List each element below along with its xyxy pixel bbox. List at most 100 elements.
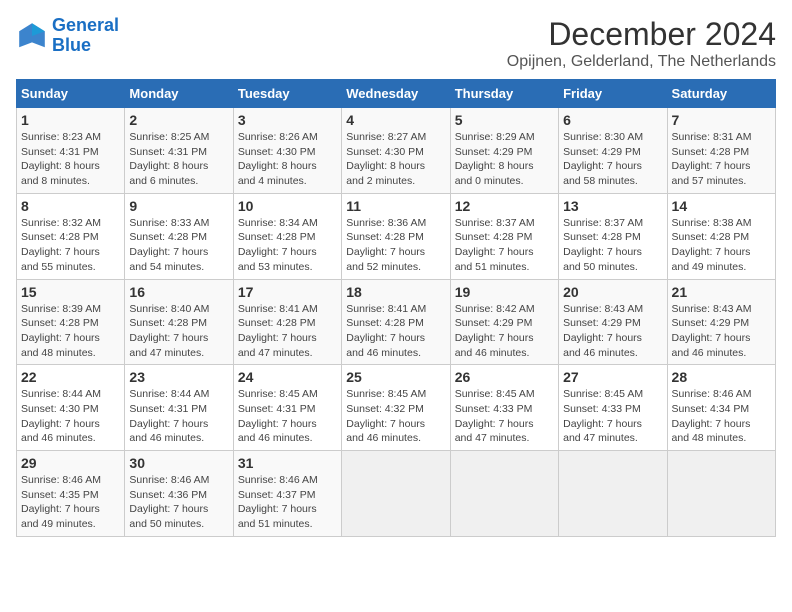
- calendar-cell: 24 Sunrise: 8:45 AM Sunset: 4:31 PM Dayli…: [233, 365, 341, 451]
- day-number: 11: [346, 198, 445, 214]
- calendar-cell: 23 Sunrise: 8:44 AM Sunset: 4:31 PM Dayli…: [125, 365, 233, 451]
- day-info: Sunrise: 8:23 AM Sunset: 4:31 PM Dayligh…: [21, 130, 120, 189]
- header-cell-sunday: Sunday: [17, 80, 125, 108]
- day-info: Sunrise: 8:40 AM Sunset: 4:28 PM Dayligh…: [129, 302, 228, 361]
- calendar-cell: 29Sunrise: 8:46 AM Sunset: 4:35 PM Dayli…: [17, 451, 125, 537]
- header-cell-tuesday: Tuesday: [233, 80, 341, 108]
- day-info: Sunrise: 8:43 AM Sunset: 4:29 PM Dayligh…: [672, 302, 771, 361]
- day-info: Sunrise: 8:37 AM Sunset: 4:28 PM Dayligh…: [563, 216, 662, 275]
- day-info: Sunrise: 8:26 AM Sunset: 4:30 PM Dayligh…: [238, 130, 337, 189]
- day-number: 3: [238, 112, 337, 128]
- day-number: 7: [672, 112, 771, 128]
- day-number: 12: [455, 198, 554, 214]
- day-info: Sunrise: 8:25 AM Sunset: 4:31 PM Dayligh…: [129, 130, 228, 189]
- calendar-cell: 18 Sunrise: 8:41 AM Sunset: 4:28 PM Dayli…: [342, 279, 450, 365]
- day-number: 26: [455, 369, 554, 385]
- day-info: Sunrise: 8:46 AM Sunset: 4:35 PM Dayligh…: [21, 473, 120, 532]
- calendar-cell: 10Sunrise: 8:34 AM Sunset: 4:28 PM Dayli…: [233, 193, 341, 279]
- calendar-cell: 14Sunrise: 8:38 AM Sunset: 4:28 PM Dayli…: [667, 193, 775, 279]
- calendar-table: SundayMondayTuesdayWednesdayThursdayFrid…: [16, 79, 776, 537]
- day-number: 24: [238, 369, 337, 385]
- calendar-cell: 1 Sunrise: 8:23 AM Sunset: 4:31 PM Daylig…: [17, 108, 125, 194]
- header-cell-monday: Monday: [125, 80, 233, 108]
- day-info: Sunrise: 8:41 AM Sunset: 4:28 PM Dayligh…: [346, 302, 445, 361]
- day-number: 25: [346, 369, 445, 385]
- logo-icon: [16, 20, 48, 52]
- calendar-cell: 7 Sunrise: 8:31 AM Sunset: 4:28 PM Daylig…: [667, 108, 775, 194]
- calendar-cell: 30 Sunrise: 8:46 AM Sunset: 4:36 PM Dayli…: [125, 451, 233, 537]
- header-cell-friday: Friday: [559, 80, 667, 108]
- day-number: 9: [129, 198, 228, 214]
- day-number: 18: [346, 284, 445, 300]
- day-info: Sunrise: 8:32 AM Sunset: 4:28 PM Dayligh…: [21, 216, 120, 275]
- calendar-cell: 6Sunrise: 8:30 AM Sunset: 4:29 PM Daylig…: [559, 108, 667, 194]
- calendar-body: 1 Sunrise: 8:23 AM Sunset: 4:31 PM Daylig…: [17, 108, 776, 537]
- day-info: Sunrise: 8:46 AM Sunset: 4:37 PM Dayligh…: [238, 473, 337, 532]
- day-number: 23: [129, 369, 228, 385]
- day-number: 2: [129, 112, 228, 128]
- calendar-cell: 8 Sunrise: 8:32 AM Sunset: 4:28 PM Daylig…: [17, 193, 125, 279]
- calendar-cell: [450, 451, 558, 537]
- calendar-week-5: 29Sunrise: 8:46 AM Sunset: 4:35 PM Dayli…: [17, 451, 776, 537]
- day-info: Sunrise: 8:45 AM Sunset: 4:32 PM Dayligh…: [346, 387, 445, 446]
- calendar-cell: 2 Sunrise: 8:25 AM Sunset: 4:31 PM Daylig…: [125, 108, 233, 194]
- calendar-cell: 17 Sunrise: 8:41 AM Sunset: 4:28 PM Dayli…: [233, 279, 341, 365]
- calendar-cell: 4 Sunrise: 8:27 AM Sunset: 4:30 PM Daylig…: [342, 108, 450, 194]
- header-cell-wednesday: Wednesday: [342, 80, 450, 108]
- day-info: Sunrise: 8:41 AM Sunset: 4:28 PM Dayligh…: [238, 302, 337, 361]
- calendar-cell: 31 Sunrise: 8:46 AM Sunset: 4:37 PM Dayli…: [233, 451, 341, 537]
- calendar-week-3: 15Sunrise: 8:39 AM Sunset: 4:28 PM Dayli…: [17, 279, 776, 365]
- header-cell-thursday: Thursday: [450, 80, 558, 108]
- calendar-cell: 28Sunrise: 8:46 AM Sunset: 4:34 PM Dayli…: [667, 365, 775, 451]
- calendar-cell: 3 Sunrise: 8:26 AM Sunset: 4:30 PM Daylig…: [233, 108, 341, 194]
- day-info: Sunrise: 8:27 AM Sunset: 4:30 PM Dayligh…: [346, 130, 445, 189]
- calendar-week-4: 22Sunrise: 8:44 AM Sunset: 4:30 PM Dayli…: [17, 365, 776, 451]
- day-info: Sunrise: 8:45 AM Sunset: 4:33 PM Dayligh…: [455, 387, 554, 446]
- day-number: 5: [455, 112, 554, 128]
- calendar-cell: 16 Sunrise: 8:40 AM Sunset: 4:28 PM Dayli…: [125, 279, 233, 365]
- day-number: 13: [563, 198, 662, 214]
- calendar-cell: 21Sunrise: 8:43 AM Sunset: 4:29 PM Dayli…: [667, 279, 775, 365]
- day-number: 22: [21, 369, 120, 385]
- logo-text: General Blue: [52, 16, 119, 56]
- day-number: 17: [238, 284, 337, 300]
- calendar-cell: [667, 451, 775, 537]
- day-info: Sunrise: 8:31 AM Sunset: 4:28 PM Dayligh…: [672, 130, 771, 189]
- day-info: Sunrise: 8:42 AM Sunset: 4:29 PM Dayligh…: [455, 302, 554, 361]
- day-number: 28: [672, 369, 771, 385]
- day-info: Sunrise: 8:37 AM Sunset: 4:28 PM Dayligh…: [455, 216, 554, 275]
- calendar-cell: 9Sunrise: 8:33 AM Sunset: 4:28 PM Daylig…: [125, 193, 233, 279]
- day-info: Sunrise: 8:43 AM Sunset: 4:29 PM Dayligh…: [563, 302, 662, 361]
- day-number: 19: [455, 284, 554, 300]
- calendar-header-row: SundayMondayTuesdayWednesdayThursdayFrid…: [17, 80, 776, 108]
- day-number: 4: [346, 112, 445, 128]
- logo: General Blue: [16, 16, 119, 56]
- day-number: 1: [21, 112, 120, 128]
- day-number: 20: [563, 284, 662, 300]
- day-number: 31: [238, 455, 337, 471]
- calendar-cell: 22Sunrise: 8:44 AM Sunset: 4:30 PM Dayli…: [17, 365, 125, 451]
- day-info: Sunrise: 8:29 AM Sunset: 4:29 PM Dayligh…: [455, 130, 554, 189]
- day-info: Sunrise: 8:34 AM Sunset: 4:28 PM Dayligh…: [238, 216, 337, 275]
- calendar-week-1: 1 Sunrise: 8:23 AM Sunset: 4:31 PM Daylig…: [17, 108, 776, 194]
- day-number: 16: [129, 284, 228, 300]
- day-number: 30: [129, 455, 228, 471]
- calendar-cell: 20 Sunrise: 8:43 AM Sunset: 4:29 PM Dayli…: [559, 279, 667, 365]
- day-number: 14: [672, 198, 771, 214]
- day-info: Sunrise: 8:45 AM Sunset: 4:31 PM Dayligh…: [238, 387, 337, 446]
- calendar-cell: 13 Sunrise: 8:37 AM Sunset: 4:28 PM Dayli…: [559, 193, 667, 279]
- day-number: 27: [563, 369, 662, 385]
- calendar-cell: 27 Sunrise: 8:45 AM Sunset: 4:33 PM Dayli…: [559, 365, 667, 451]
- day-info: Sunrise: 8:46 AM Sunset: 4:36 PM Dayligh…: [129, 473, 228, 532]
- page-title: December 2024: [507, 16, 776, 53]
- day-info: Sunrise: 8:36 AM Sunset: 4:28 PM Dayligh…: [346, 216, 445, 275]
- header-cell-saturday: Saturday: [667, 80, 775, 108]
- calendar-cell: [559, 451, 667, 537]
- calendar-cell: 5 Sunrise: 8:29 AM Sunset: 4:29 PM Daylig…: [450, 108, 558, 194]
- calendar-cell: 15Sunrise: 8:39 AM Sunset: 4:28 PM Dayli…: [17, 279, 125, 365]
- day-number: 8: [21, 198, 120, 214]
- day-info: Sunrise: 8:30 AM Sunset: 4:29 PM Dayligh…: [563, 130, 662, 189]
- day-info: Sunrise: 8:44 AM Sunset: 4:31 PM Dayligh…: [129, 387, 228, 446]
- calendar-week-2: 8 Sunrise: 8:32 AM Sunset: 4:28 PM Daylig…: [17, 193, 776, 279]
- day-info: Sunrise: 8:45 AM Sunset: 4:33 PM Dayligh…: [563, 387, 662, 446]
